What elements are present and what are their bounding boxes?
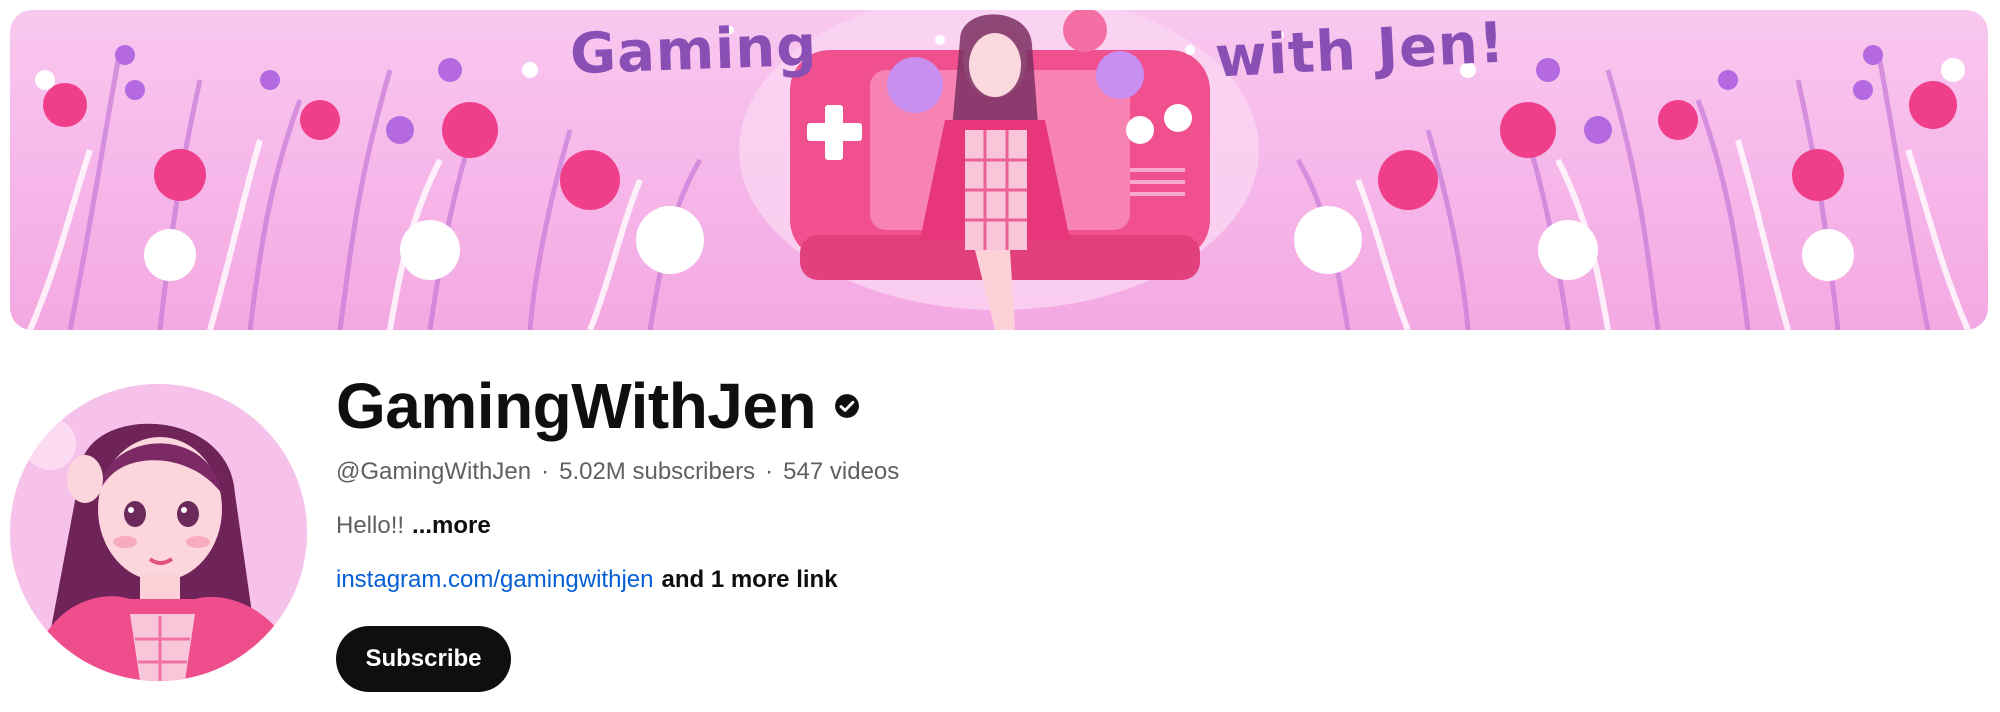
description-text: Hello!! [336, 512, 405, 539]
subscriber-count: 5.02M subscribers [559, 458, 756, 485]
channel-avatar[interactable] [10, 384, 307, 681]
meta-separator: · [765, 458, 774, 485]
channel-info: GamingWithJen @GamingWithJen · 5.02M sub… [336, 368, 1736, 596]
channel-links: instagram.com/gamingwithjen and 1 more l… [336, 564, 1736, 596]
banner-artwork [27, 10, 1971, 330]
channel-meta: @GamingWithJen · 5.02M subscribers · 547… [336, 456, 1736, 488]
channel-name: GamingWithJen [336, 370, 817, 442]
meta-separator: · [541, 458, 550, 485]
channel-description[interactable]: Hello!! ...more [336, 510, 1736, 542]
channel-handle: @GamingWithJen [336, 458, 532, 485]
more-links-button[interactable]: and 1 more link [661, 566, 837, 594]
avatar-illustration [10, 384, 307, 681]
instagram-link[interactable]: instagram.com/gamingwithjen [336, 566, 653, 594]
description-more-button[interactable]: ...more [412, 512, 491, 540]
channel-name-row: GamingWithJen [336, 368, 1736, 444]
channel-banner: Gaming with Jen! [10, 10, 1988, 330]
video-count: 547 videos [783, 458, 900, 485]
verified-check-icon [835, 394, 859, 418]
subscribe-button[interactable]: Subscribe [336, 626, 511, 692]
banner-title-left: Gaming [568, 13, 819, 88]
